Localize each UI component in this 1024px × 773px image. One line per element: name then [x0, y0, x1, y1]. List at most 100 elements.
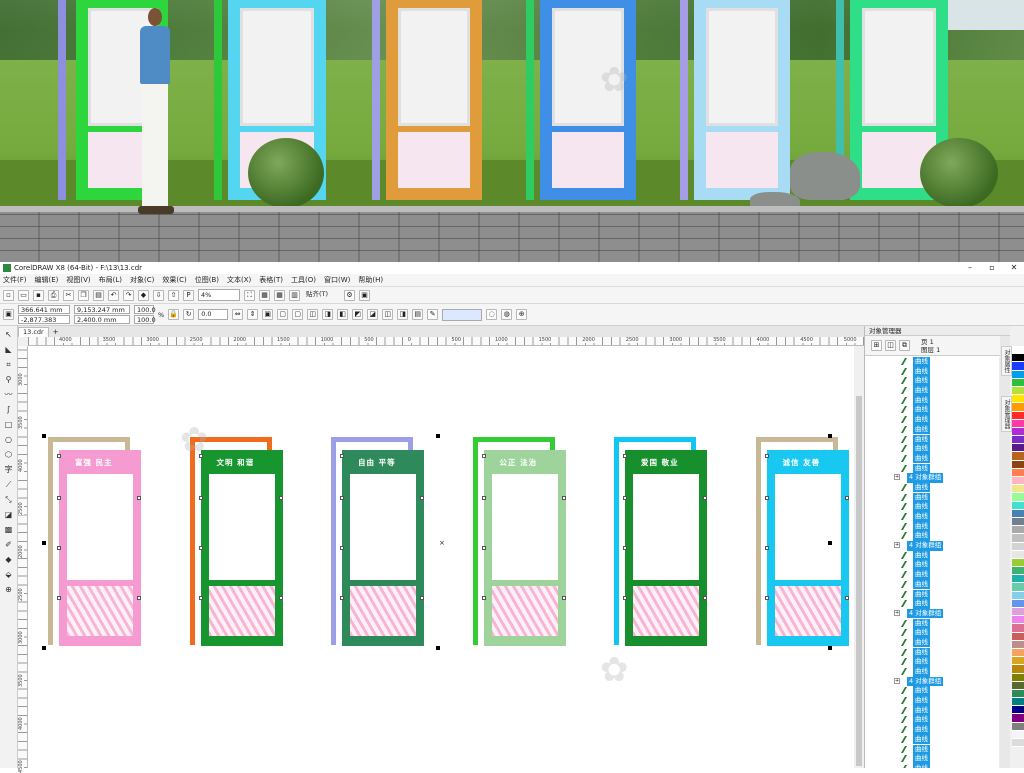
expand-icon[interactable]: + — [894, 474, 900, 481]
color-swatch[interactable] — [1012, 567, 1024, 576]
path-node[interactable] — [481, 546, 486, 550]
freehand-tool-icon[interactable]: 〰 — [3, 389, 14, 400]
page-label[interactable]: 页 1 — [921, 338, 940, 346]
path-node[interactable] — [340, 454, 344, 458]
curve-row[interactable]: 曲线 — [865, 386, 999, 396]
color-swatch[interactable] — [1012, 468, 1024, 477]
curve-row[interactable]: 曲线 — [865, 763, 999, 768]
canvas-vertical-scrollbar[interactable] — [854, 346, 864, 768]
curve-row[interactable]: 曲线 — [865, 570, 999, 580]
path-node[interactable] — [420, 496, 424, 500]
color-swatch[interactable] — [1012, 460, 1024, 469]
color-swatch[interactable] — [1012, 477, 1024, 486]
color-swatch[interactable] — [1012, 436, 1024, 445]
convert-outline-icon[interactable]: ◍ — [501, 309, 513, 320]
curve-row[interactable]: 曲线 — [865, 725, 999, 735]
scale-y-field[interactable]: 100.0 — [134, 315, 156, 324]
object-group-row[interactable]: +4 对象群组 — [865, 676, 999, 687]
front-minus-back-icon[interactable]: ◨ — [397, 309, 409, 320]
color-swatch[interactable] — [1012, 575, 1024, 584]
menu-object[interactable]: 对象(C) — [130, 275, 154, 285]
menu-tools[interactable]: 工具(O) — [291, 275, 316, 285]
path-node[interactable] — [420, 596, 424, 600]
color-swatch[interactable] — [1012, 378, 1024, 387]
path-node[interactable] — [57, 596, 61, 600]
color-swatch[interactable] — [1012, 624, 1024, 633]
break-apart-icon[interactable]: ◨ — [322, 309, 334, 320]
doc-tab-13[interactable]: 13.cdr — [18, 326, 49, 337]
intersect-icon[interactable]: ◪ — [367, 309, 379, 320]
zoom-tool-icon[interactable]: ⚲ — [3, 374, 14, 385]
curve-row[interactable]: 曲线 — [865, 686, 999, 696]
snap-to-menu[interactable]: 贴齐(T) — [304, 289, 340, 301]
curve-row[interactable]: 曲线 — [865, 599, 999, 609]
color-swatch[interactable] — [1012, 550, 1024, 559]
path-node[interactable] — [278, 496, 283, 500]
color-swatch[interactable] — [1012, 370, 1024, 379]
open-icon[interactable]: ▭ — [18, 289, 29, 301]
drop-shadow-icon[interactable]: ◪ — [3, 509, 14, 520]
y-position-field[interactable]: -2,877.383 mm — [18, 315, 70, 332]
menu-layout[interactable]: 布局(L) — [99, 275, 122, 285]
color-swatch[interactable] — [1012, 722, 1024, 731]
curve-row[interactable]: 曲线 — [865, 550, 999, 561]
weld-icon[interactable]: ◧ — [337, 309, 349, 320]
ellipse-tool-icon[interactable]: ○ — [3, 434, 14, 445]
menu-window[interactable]: 窗口(W) — [324, 275, 350, 285]
simplify-icon[interactable]: ◫ — [382, 309, 394, 320]
lock-ratio-icon[interactable]: 🔒 — [168, 309, 180, 320]
signboard-design[interactable]: 爱国 敬业 — [611, 346, 711, 768]
curve-row[interactable]: 曲线 — [865, 424, 999, 435]
color-swatch[interactable] — [1012, 657, 1024, 666]
color-swatch[interactable] — [1012, 591, 1024, 600]
pick-tool-icon[interactable]: ↖ — [3, 329, 14, 340]
color-swatch[interactable] — [1012, 599, 1024, 608]
layer-view-icon[interactable]: ◫ — [885, 340, 896, 351]
color-swatch[interactable] — [1012, 616, 1024, 625]
signboard-design[interactable]: 诚信 友善 — [753, 346, 853, 768]
path-node[interactable] — [764, 496, 769, 500]
signboard-design[interactable]: 公正 法治 — [470, 346, 570, 768]
color-swatch[interactable] — [1012, 558, 1024, 568]
object-group-row[interactable]: +4 对象群组 — [865, 541, 999, 551]
color-swatch[interactable] — [1012, 583, 1024, 592]
color-swatch[interactable] — [1012, 632, 1024, 641]
selection-handle[interactable] — [828, 434, 832, 438]
path-node[interactable] — [623, 454, 627, 458]
transparency-icon[interactable]: ▩ — [3, 524, 14, 535]
polygon-tool-icon[interactable]: ⬡ — [3, 449, 14, 460]
curve-row[interactable]: 曲线 — [865, 405, 999, 415]
mirror-horizontal-icon[interactable]: ⇔ — [232, 309, 244, 320]
selection-handle[interactable] — [828, 541, 832, 545]
layer-options-icon[interactable]: ⊞ — [871, 340, 882, 351]
path-node[interactable] — [764, 596, 769, 600]
menu-table[interactable]: 表格(T) — [259, 275, 283, 285]
color-swatch[interactable] — [1012, 411, 1024, 420]
curve-row[interactable]: 曲线 — [865, 734, 999, 745]
color-swatch[interactable] — [1012, 386, 1024, 396]
curve-row[interactable]: 曲线 — [865, 395, 999, 406]
curve-row[interactable]: 曲线 — [865, 667, 999, 677]
curve-row[interactable]: 曲线 — [865, 754, 999, 764]
path-node[interactable] — [198, 596, 203, 600]
add-tool-icon[interactable]: ⊕ — [3, 584, 14, 595]
path-node[interactable] — [703, 596, 707, 600]
close-button[interactable]: ✕ — [1008, 263, 1020, 272]
color-swatch[interactable] — [1012, 608, 1024, 617]
expand-icon[interactable]: + — [894, 542, 900, 549]
path-node[interactable] — [198, 496, 203, 500]
height-field[interactable]: 2,400.0 mm — [74, 315, 130, 324]
color-swatch[interactable] — [1012, 501, 1024, 510]
outline-width-select[interactable] — [442, 308, 483, 321]
path-node[interactable] — [137, 596, 141, 600]
maximize-button[interactable]: ▫ — [986, 263, 998, 272]
connector-tool-icon[interactable]: ⤡ — [3, 494, 14, 505]
color-swatch[interactable] — [1012, 517, 1024, 527]
curve-row[interactable]: 曲线 — [865, 531, 999, 541]
menu-bitmaps[interactable]: 位图(B) — [195, 275, 219, 285]
curve-row[interactable]: 曲线 — [865, 482, 999, 493]
curve-row[interactable]: 曲线 — [865, 715, 999, 725]
curve-row[interactable]: 曲线 — [865, 696, 999, 706]
path-node[interactable] — [481, 496, 486, 500]
artistic-media-icon[interactable]: ʃ — [3, 404, 14, 415]
